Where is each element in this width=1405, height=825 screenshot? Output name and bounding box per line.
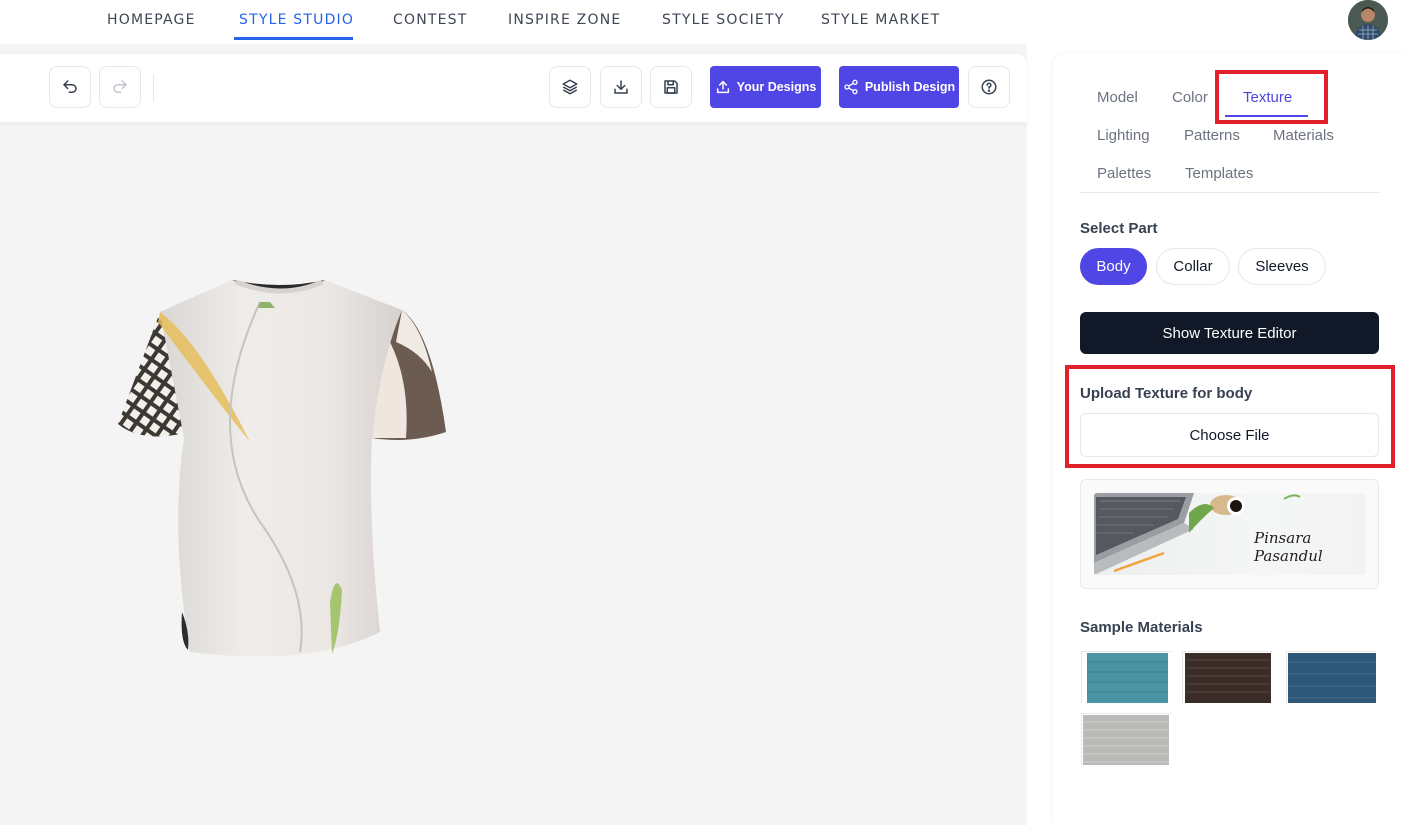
material-swatch-light-grey[interactable] [1081,713,1172,766]
tab-patterns[interactable]: Patterns [1184,127,1240,144]
your-designs-button[interactable]: Your Designs [710,66,821,108]
tabs-divider [1080,192,1379,193]
share-icon [844,79,858,95]
sample-materials-label: Sample Materials [1080,619,1203,636]
part-collar-chip[interactable]: Collar [1156,248,1230,285]
tab-templates[interactable]: Templates [1185,165,1253,182]
publish-design-button[interactable]: Publish Design [839,66,959,108]
save-button[interactable] [650,66,692,108]
publish-design-label: Publish Design [864,80,956,94]
choose-file-button[interactable]: Choose File [1080,413,1379,457]
undo-button[interactable] [49,66,91,108]
nav-inspire-zone[interactable]: INSPIRE ZONE [508,0,621,40]
nav-style-studio[interactable]: STYLE STUDIO [239,0,354,40]
tab-color[interactable]: Color [1172,89,1208,106]
texture-preview-card: Pinsara Pasandul [1080,479,1379,589]
help-button[interactable] [968,66,1010,108]
user-avatar[interactable] [1348,0,1388,40]
show-texture-editor-button[interactable]: Show Texture Editor [1080,312,1379,354]
your-designs-label: Your Designs [736,80,817,94]
texture-preview-image: Pinsara Pasandul [1094,493,1366,575]
nav-contest[interactable]: CONTEST [393,0,468,40]
material-swatch-denim-blue[interactable] [1286,651,1377,704]
download-icon [614,80,628,94]
texture-tab-highlight [1215,70,1328,124]
material-swatch-teal[interactable] [1081,651,1172,704]
part-sleeves-chip[interactable]: Sleeves [1238,248,1326,285]
preview-signature: Pinsara Pasandul [1254,529,1323,565]
tab-palettes[interactable]: Palettes [1097,165,1151,182]
toolbar-divider [153,74,154,102]
download-button[interactable] [600,66,642,108]
material-swatch-dark-brown[interactable] [1182,651,1273,704]
upload-icon [716,80,729,94]
nav-homepage[interactable]: HOMEPAGE [107,0,196,40]
select-part-label: Select Part [1080,220,1158,237]
undo-icon [63,80,77,93]
nav-active-indicator [234,37,353,40]
tshirt-3d-model[interactable] [110,272,455,667]
layers-icon [562,79,578,95]
tab-lighting[interactable]: Lighting [1097,127,1150,144]
layers-button[interactable] [549,66,591,108]
help-icon [981,79,997,95]
nav-style-society[interactable]: STYLE SOCIETY [662,0,784,40]
tab-model[interactable]: Model [1097,89,1138,106]
redo-icon [113,80,127,93]
top-navigation: HOMEPAGE STYLE STUDIO CONTEST INSPIRE ZO… [0,0,1405,44]
nav-style-market[interactable]: STYLE MARKET [821,0,940,40]
redo-button[interactable] [99,66,141,108]
tab-materials[interactable]: Materials [1273,127,1334,144]
upload-texture-label: Upload Texture for body [1080,385,1253,402]
part-body-chip[interactable]: Body [1080,248,1147,285]
save-icon [664,80,678,94]
